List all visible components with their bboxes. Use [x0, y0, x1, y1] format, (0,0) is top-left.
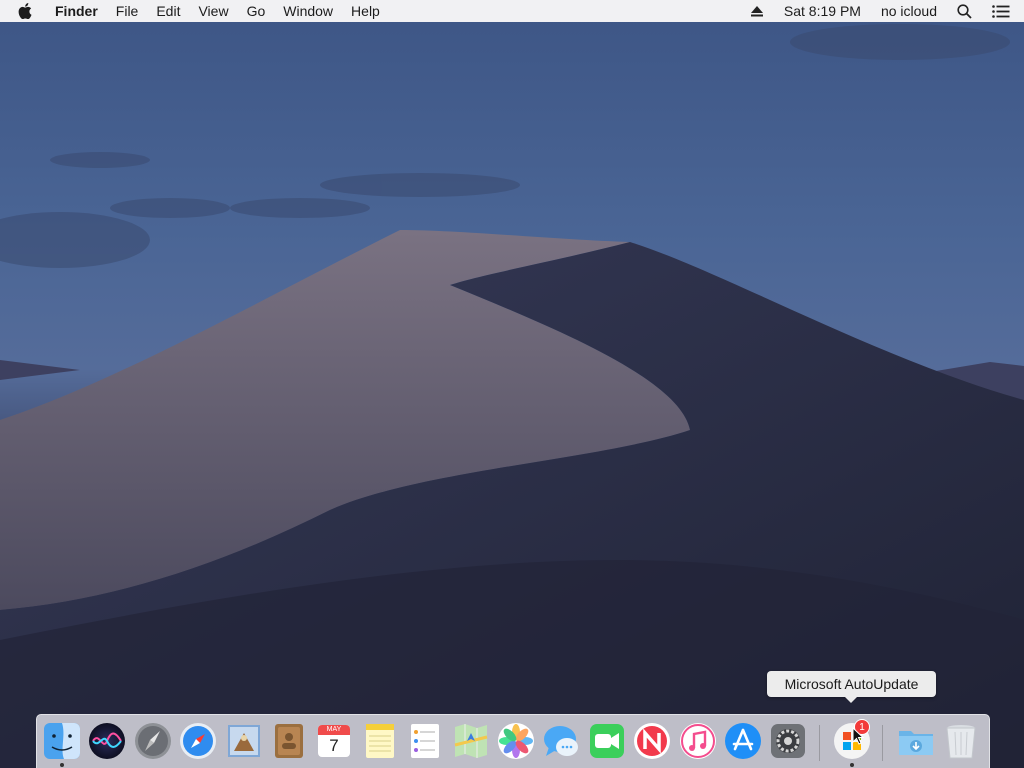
menu-help[interactable]: Help — [342, 0, 389, 22]
spotlight-search-icon[interactable] — [947, 3, 982, 19]
menu-edit[interactable]: Edit — [147, 0, 189, 22]
dock-tooltip: Microsoft AutoUpdate — [767, 671, 936, 703]
autoupdate-running-indicator — [850, 763, 854, 767]
menu-clock[interactable]: Sat 8:19 PM — [774, 0, 871, 22]
dock-contacts-icon[interactable] — [269, 721, 309, 761]
finder-running-indicator — [60, 763, 64, 767]
menu-user-name[interactable]: no icloud — [871, 0, 947, 22]
dock-news-icon[interactable] — [632, 721, 672, 761]
menu-bar: Finder File Edit View Go Window Help Sat… — [0, 0, 1024, 22]
dock-launchpad-icon[interactable] — [133, 721, 173, 761]
menu-window[interactable]: Window — [274, 0, 342, 22]
dock: MAY 7 1 — [36, 714, 990, 768]
dock-system-preferences-icon[interactable] — [768, 721, 808, 761]
apple-logo-icon[interactable] — [18, 2, 38, 20]
menu-app-name[interactable]: Finder — [46, 0, 107, 22]
dock-separator — [819, 725, 820, 761]
menu-file[interactable]: File — [107, 0, 148, 22]
dock-reminders-icon[interactable] — [405, 721, 445, 761]
menu-go[interactable]: Go — [238, 0, 275, 22]
dock-trash-icon[interactable] — [941, 721, 981, 761]
calendar-month-label: MAY — [326, 726, 342, 733]
dock-facetime-icon[interactable] — [587, 721, 627, 761]
mouse-pointer-icon — [852, 726, 865, 750]
calendar-day-label: 7 — [329, 736, 339, 755]
menu-view[interactable]: View — [189, 0, 237, 22]
notification-center-icon[interactable] — [982, 4, 1024, 18]
dock-itunes-icon[interactable] — [678, 721, 718, 761]
dock-maps-icon[interactable] — [451, 721, 491, 761]
dock-separator — [882, 725, 883, 761]
dock-mail-icon[interactable] — [224, 721, 264, 761]
dock-app-store-icon[interactable] — [723, 721, 763, 761]
dock-downloads-folder-icon[interactable] — [896, 721, 936, 761]
dock-messages-icon[interactable] — [541, 721, 581, 761]
dock-siri-icon[interactable] — [87, 721, 127, 761]
eject-icon[interactable] — [740, 5, 774, 17]
dock-calendar-icon[interactable]: MAY 7 — [314, 721, 354, 761]
dock-photos-icon[interactable] — [496, 721, 536, 761]
dock-finder-icon[interactable] — [42, 721, 82, 761]
dock-notes-icon[interactable] — [360, 721, 400, 761]
desktop-wallpaper — [0, 0, 1024, 768]
dock-safari-icon[interactable] — [178, 721, 218, 761]
